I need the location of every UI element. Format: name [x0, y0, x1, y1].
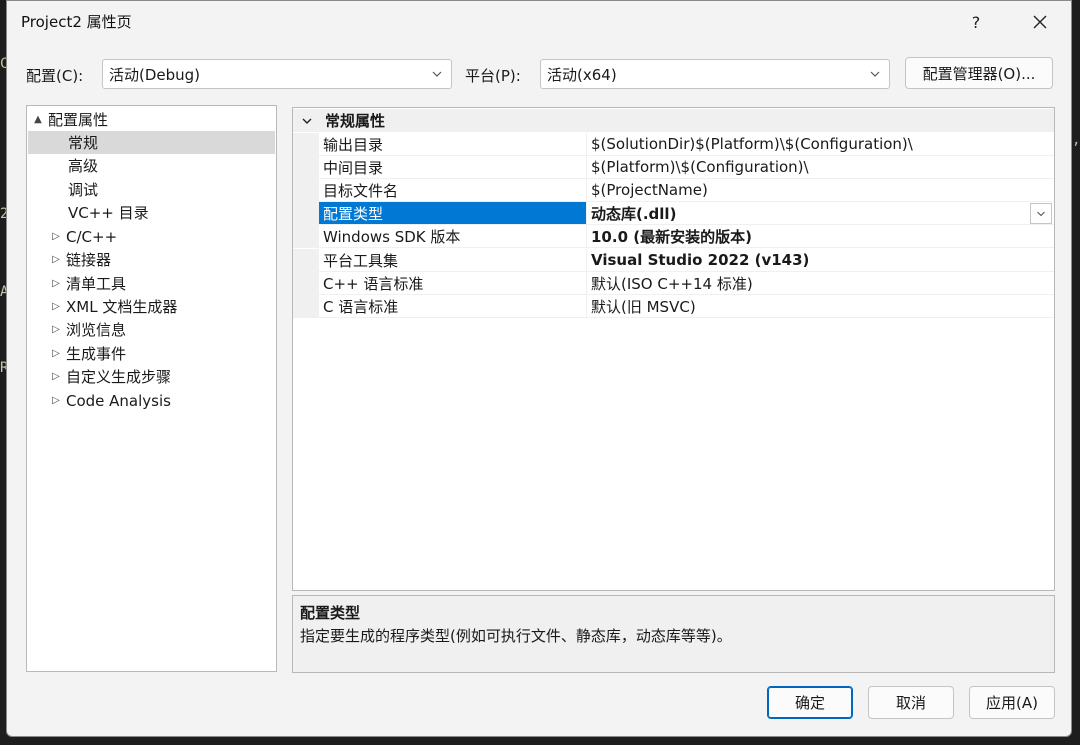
tree-item-label: 常规 [68, 134, 99, 152]
row-gutter [293, 156, 319, 179]
property-tree[interactable]: ▲ 配置属性 常规 高级 调试 VC++ 目录 ▷ C/C++ ▷ 链接器 ▷ … [26, 105, 277, 672]
row-gutter [293, 249, 319, 272]
platform-label: 平台(P): [465, 67, 521, 85]
property-name[interactable]: 目标文件名 [319, 179, 587, 202]
tree-item-label: C/C++ [66, 227, 118, 246]
property-name[interactable]: C++ 语言标准 [319, 272, 587, 295]
chevron-down-icon [1037, 211, 1045, 216]
expand-arrow-icon[interactable]: ▷ [50, 254, 62, 265]
tree-item-label: 链接器 [66, 251, 112, 269]
tree-item-manifest-tool[interactable]: ▷ 清单工具 [28, 272, 275, 295]
description-title: 配置类型 [300, 604, 361, 622]
tree-item-label: VC++ 目录 [68, 204, 149, 222]
configuration-value: 活动(Debug) [109, 65, 201, 84]
description-text: 指定要生成的程序类型(例如可执行文件、静态库，动态库等等)。 [300, 627, 732, 645]
chevron-down-icon [432, 71, 442, 77]
expand-arrow-icon[interactable]: ▷ [50, 278, 62, 289]
tree-item-label: 自定义生成步骤 [66, 368, 172, 386]
tree-item-label: 配置属性 [48, 111, 109, 129]
close-button[interactable] [1017, 5, 1063, 39]
configuration-select[interactable]: 活动(Debug) [102, 59, 452, 89]
property-name[interactable]: 平台工具集 [319, 249, 587, 272]
tree-item-label: Code Analysis [66, 391, 171, 410]
tree-item-linker[interactable]: ▷ 链接器 [28, 248, 275, 271]
expand-arrow-icon[interactable]: ▷ [50, 324, 62, 335]
row-gutter [293, 295, 319, 318]
expand-arrow-icon[interactable]: ▷ [50, 371, 62, 382]
collapse-arrow-icon[interactable]: ▲ [32, 114, 44, 125]
property-pages-dialog: Project2 属性页 ? 配置(C): 活动(Debug) 平台(P): 活… [6, 0, 1072, 737]
grid-category-general[interactable]: 常规属性 [293, 109, 1054, 132]
expand-arrow-icon[interactable]: ▷ [50, 348, 62, 359]
cancel-button[interactable]: 取消 [868, 686, 954, 719]
grid-row-target-name[interactable]: 目标文件名 $(ProjectName) [293, 179, 1054, 202]
property-value[interactable]: $(ProjectName) [587, 179, 1054, 202]
title-bar[interactable]: Project2 属性页 ? [7, 1, 1071, 41]
tree-item-advanced[interactable]: 高级 [28, 154, 275, 177]
help-button[interactable]: ? [953, 5, 999, 39]
grid-row-c-language-standard[interactable]: C 语言标准 默认(旧 MSVC) [293, 295, 1054, 318]
tree-item-vc-directories[interactable]: VC++ 目录 [28, 201, 275, 224]
tree-item-config-properties[interactable]: ▲ 配置属性 [28, 108, 275, 131]
grid-row-platform-toolset[interactable]: 平台工具集 Visual Studio 2022 (v143) [293, 249, 1054, 272]
row-gutter [293, 179, 319, 202]
tree-item-code-analysis[interactable]: ▷ Code Analysis [28, 389, 275, 412]
configuration-manager-button[interactable]: 配置管理器(O)... [905, 57, 1053, 89]
property-value[interactable]: 10.0 (最新安装的版本) [587, 225, 1054, 248]
grid-row-windows-sdk-version[interactable]: Windows SDK 版本 10.0 (最新安装的版本) [293, 225, 1054, 248]
background-code-glyph: , [1072, 132, 1080, 148]
chevron-down-icon [870, 71, 880, 77]
tree-item-browse-information[interactable]: ▷ 浏览信息 [28, 318, 275, 341]
tree-item-xml-doc-generator[interactable]: ▷ XML 文档生成器 [28, 295, 275, 318]
tree-item-label: 浏览信息 [66, 321, 127, 339]
tree-item-label: XML 文档生成器 [66, 298, 178, 316]
property-name[interactable]: 中间目录 [319, 156, 587, 179]
property-value[interactable]: 动态库(.dll) [587, 202, 1054, 225]
tree-item-general[interactable]: 常规 [28, 131, 275, 154]
property-value[interactable]: Visual Studio 2022 (v143) [587, 249, 1054, 272]
grid-row-configuration-type[interactable]: 配置类型 动态库(.dll) [293, 202, 1054, 225]
ok-button[interactable]: 确定 [767, 686, 853, 719]
grid-row-cpp-language-standard[interactable]: C++ 语言标准 默认(ISO C++14 标准) [293, 272, 1054, 295]
row-gutter [293, 272, 319, 295]
platform-select[interactable]: 活动(x64) [540, 59, 890, 89]
property-grid[interactable]: 常规属性 输出目录 $(SolutionDir)$(Platform)\$(Co… [292, 107, 1055, 591]
expand-arrow-icon[interactable]: ▷ [50, 231, 62, 242]
property-name[interactable]: Windows SDK 版本 [319, 225, 587, 248]
property-value[interactable]: $(SolutionDir)$(Platform)\$(Configuratio… [587, 133, 1054, 156]
expand-arrow-icon[interactable]: ▷ [50, 301, 62, 312]
configuration-label: 配置(C): [26, 67, 84, 85]
apply-button[interactable]: 应用(A) [969, 686, 1055, 719]
window-title: Project2 属性页 [21, 13, 132, 31]
value-dropdown-button[interactable] [1030, 203, 1052, 224]
tree-item-debugging[interactable]: 调试 [28, 178, 275, 201]
grid-row-intermediate-directory[interactable]: 中间目录 $(Platform)\$(Configuration)\ [293, 156, 1054, 179]
property-value[interactable]: 默认(ISO C++14 标准) [587, 272, 1054, 295]
row-gutter [293, 225, 319, 248]
row-gutter [293, 133, 319, 156]
platform-value: 活动(x64) [547, 65, 617, 84]
tree-item-label: 生成事件 [66, 345, 127, 363]
description-panel: 配置类型 指定要生成的程序类型(例如可执行文件、静态库，动态库等等)。 [292, 595, 1055, 673]
tree-item-build-events[interactable]: ▷ 生成事件 [28, 342, 275, 365]
property-value[interactable]: 默认(旧 MSVC) [587, 295, 1054, 318]
property-name[interactable]: 输出目录 [319, 133, 587, 156]
property-name[interactable]: 配置类型 [319, 202, 587, 225]
chevron-down-icon[interactable] [301, 115, 313, 127]
tree-item-label: 清单工具 [66, 275, 127, 293]
tree-item-label: 高级 [68, 157, 99, 175]
tree-item-custom-build-step[interactable]: ▷ 自定义生成步骤 [28, 365, 275, 388]
tree-item-c-cpp[interactable]: ▷ C/C++ [28, 225, 275, 248]
row-gutter [293, 202, 319, 225]
close-icon [1033, 15, 1047, 29]
expand-arrow-icon[interactable]: ▷ [50, 395, 62, 406]
property-name[interactable]: C 语言标准 [319, 295, 587, 318]
grid-row-output-directory[interactable]: 输出目录 $(SolutionDir)$(Platform)\$(Configu… [293, 133, 1054, 156]
tree-item-label: 调试 [68, 181, 99, 199]
grid-category-label: 常规属性 [325, 112, 386, 130]
property-value[interactable]: $(Platform)\$(Configuration)\ [587, 156, 1054, 179]
